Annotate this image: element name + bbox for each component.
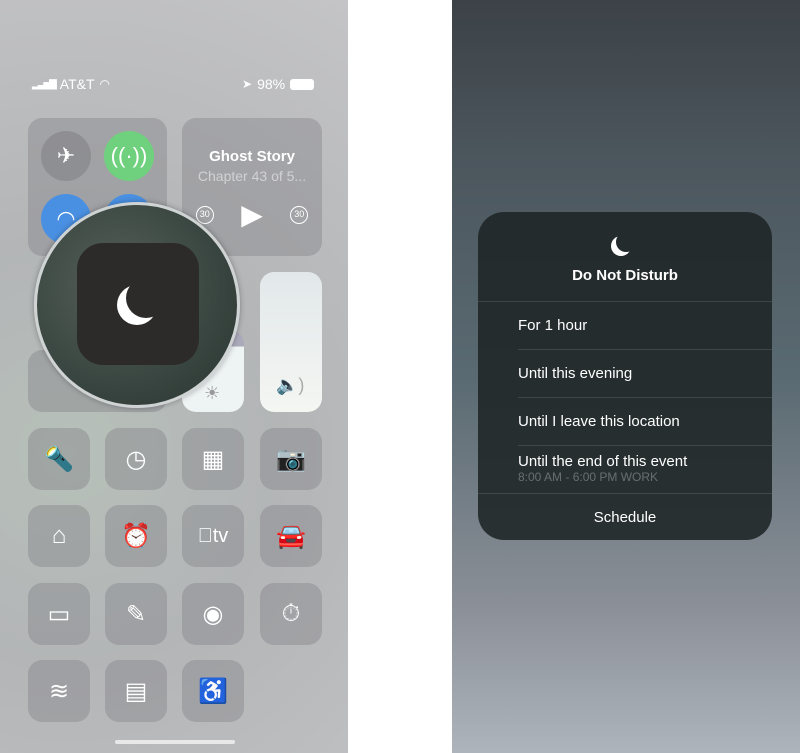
option-until-end-of-event[interactable]: Until the end of this event 8:00 AM - 6:0… [518, 445, 772, 493]
control-center-screen: ▂▃▅▇ AT&T ◠ ➤ 98% ✈ ((·)) ◠ ᛒ Ghost Stor… [0, 0, 348, 753]
home-button[interactable]: ⌂ [28, 505, 90, 567]
battery-icon [290, 78, 315, 90]
magnifier-circle [34, 202, 240, 408]
do-not-disturb-button[interactable] [77, 243, 199, 365]
option-for-1-hour[interactable]: For 1 hour [478, 301, 772, 349]
skip-back-button[interactable]: 30 [195, 205, 214, 224]
dnd-menu: Do Not Disturb For 1 hour Until this eve… [478, 212, 772, 540]
home-indicator[interactable] [115, 740, 235, 744]
option-until-evening[interactable]: Until this evening [518, 349, 772, 397]
schedule-label: Schedule [593, 509, 657, 526]
status-right: ➤ 98% [242, 76, 315, 92]
apple-tv-button[interactable]: tv [182, 505, 244, 567]
status-left: ▂▃▅▇ AT&T ◠ [32, 76, 110, 92]
option-label: Until I leave this location [518, 413, 680, 430]
wifi-icon: ◠ [99, 77, 110, 91]
apple-tv-icon: tv [198, 524, 229, 547]
moon-icon [126, 278, 166, 318]
low-power-button[interactable]: ▭ [28, 583, 90, 645]
timer-icon: ◷ [125, 445, 147, 473]
option-until-leave-location[interactable]: Until I leave this location [518, 397, 772, 445]
camera-icon: 📷 [276, 445, 306, 473]
flashlight-button[interactable]: 🔦 [28, 428, 90, 490]
wallet-icon: ▤ [124, 677, 148, 705]
speaker-icon: 🔈) [276, 375, 305, 395]
volume-slider[interactable]: 🔈) [260, 272, 322, 412]
home-icon: ⌂ [51, 522, 67, 549]
media-title: Ghost Story [209, 148, 295, 165]
carplay-button[interactable]: 🚘 [260, 505, 322, 567]
accessibility-button[interactable]: ♿ [182, 660, 244, 722]
option-label: Until the end of this event [518, 453, 688, 470]
notes-button[interactable]: ✎ [105, 583, 167, 645]
screen-record-button[interactable]: ◉ [182, 583, 244, 645]
stopwatch-icon: ⏱ [281, 600, 301, 627]
battery-percent: 98% [257, 76, 286, 92]
dnd-menu-screen: Do Not Disturb For 1 hour Until this eve… [452, 0, 800, 753]
calculator-button[interactable]: ▦ [182, 428, 244, 490]
flashlight-icon: 🔦 [44, 445, 74, 473]
screen-record-icon: ◉ [202, 600, 224, 628]
moon-icon [616, 232, 636, 252]
skip-forward-button[interactable]: 30 [290, 205, 309, 224]
notes-icon: ✎ [125, 600, 147, 628]
voice-memos-button[interactable]: ≋ [28, 660, 90, 722]
menu-title: Do Not Disturb [572, 267, 678, 284]
event-detail: 8:00 AM - 6:00 PM WORK [518, 470, 659, 484]
option-label: For 1 hour [518, 317, 588, 334]
signal-icon: ▂▃▅▇ [32, 78, 57, 90]
location-icon: ➤ [242, 77, 253, 91]
carrier-label: AT&T [59, 76, 95, 92]
camera-button[interactable]: 📷 [260, 428, 322, 490]
alarm-button[interactable]: ⏰ [105, 505, 167, 567]
carplay-icon: 🚘 [276, 522, 306, 550]
airplane-mode-button[interactable]: ✈ [41, 131, 91, 181]
play-button[interactable]: ▶ [241, 198, 263, 231]
timer-button[interactable]: ◷ [105, 428, 167, 490]
calculator-icon: ▦ [201, 445, 225, 473]
wallet-button[interactable]: ▤ [105, 660, 167, 722]
option-label: Until this evening [518, 365, 633, 382]
sun-icon: ☀ [204, 383, 221, 403]
cellular-data-button[interactable]: ((·)) [104, 131, 154, 181]
low-power-icon: ▭ [47, 600, 71, 628]
voice-memos-icon: ≋ [48, 677, 70, 705]
accessibility-icon: ♿ [198, 677, 228, 705]
media-subtitle: Chapter 43 of 5... [197, 168, 307, 184]
alarm-icon: ⏰ [121, 522, 151, 550]
schedule-button[interactable]: Schedule [478, 493, 772, 540]
stopwatch-button[interactable]: ⏱ [260, 583, 322, 645]
